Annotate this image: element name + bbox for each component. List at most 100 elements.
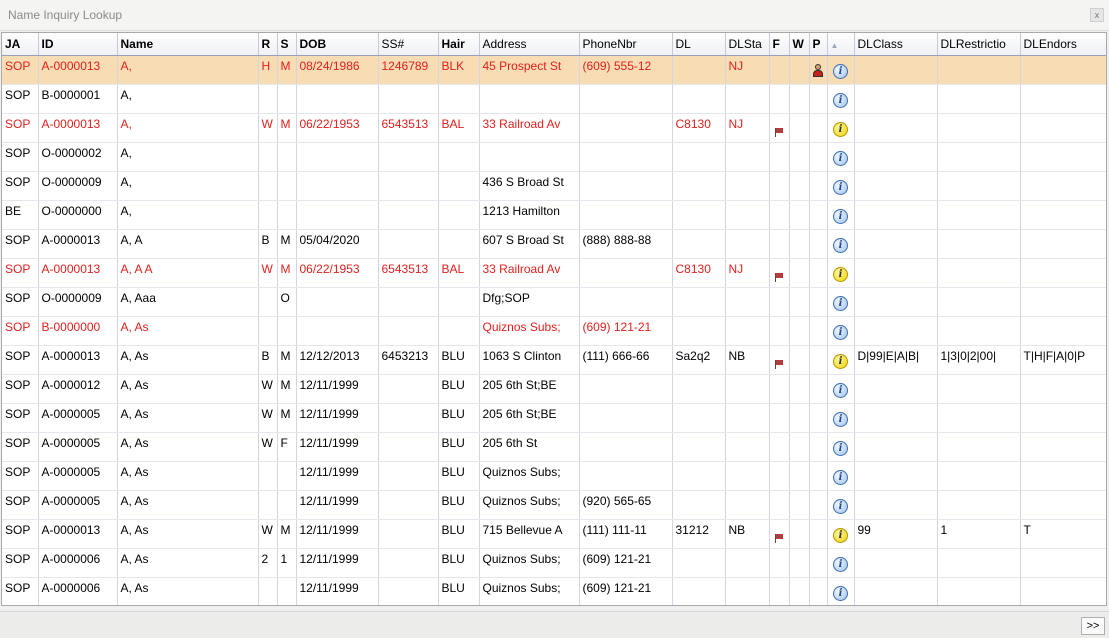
- column-header-f[interactable]: F: [769, 33, 790, 56]
- info-icon[interactable]: i: [833, 557, 848, 572]
- cell-dob: 12/11/1999: [296, 403, 379, 433]
- info-icon[interactable]: i: [833, 383, 848, 398]
- cell-f: [769, 113, 790, 143]
- table-row[interactable]: SOP O-0000009 A, Aaa O Dfg;SOP i: [2, 287, 1106, 317]
- cell-dob: 08/24/1986: [296, 55, 379, 85]
- column-header-ss[interactable]: SS#: [378, 33, 439, 56]
- cell-dlclass: [854, 403, 938, 433]
- info-icon[interactable]: i: [833, 238, 848, 253]
- cell-p: [809, 548, 828, 578]
- table-row[interactable]: SOP A-0000005 A, As W F 12/11/1999 BLU 205 6th …: [2, 432, 1106, 462]
- cell-s: M: [277, 55, 297, 85]
- cell-dob: 12/11/1999: [296, 519, 379, 549]
- results-grid[interactable]: JA ID Name R S DOB SS# Hair Address PhoneNbr DL DLS…: [1, 32, 1107, 606]
- column-header-dlrestr[interactable]: DLRestrictio: [937, 33, 1021, 56]
- table-row[interactable]: SOP A-0000005 A, As W M 12/11/1999 BLU 205 6th …: [2, 403, 1106, 433]
- table-row[interactable]: SOP A-0000013 A, A B M 05/04/2020 607 S Broad …: [2, 229, 1106, 259]
- more-button[interactable]: >>: [1081, 617, 1105, 635]
- cell-name: A, As: [117, 490, 259, 520]
- info-icon[interactable]: i: [833, 470, 848, 485]
- cell-dlsta: [725, 461, 770, 491]
- alert-info-icon[interactable]: i: [833, 528, 848, 543]
- column-header-r[interactable]: R: [258, 33, 278, 56]
- cell-dlclass: [854, 84, 938, 114]
- cell-s: 1: [277, 548, 297, 578]
- column-header-hair[interactable]: Hair: [438, 33, 480, 56]
- table-row[interactable]: SOP A-0000005 A, As 12/11/1999 BLU Quiznos Su…: [2, 461, 1106, 491]
- cell-address: 607 S Broad St: [479, 229, 580, 259]
- info-icon[interactable]: i: [833, 151, 848, 166]
- info-icon[interactable]: i: [833, 64, 848, 79]
- column-header-name[interactable]: Name: [117, 33, 259, 56]
- column-header-s[interactable]: S: [277, 33, 297, 56]
- cell-f: [769, 374, 790, 404]
- cell-ss: [378, 403, 439, 433]
- table-row[interactable]: SOP B-0000000 A, As Quiznos Subs; (609) 121-…: [2, 316, 1106, 346]
- table-row[interactable]: SOP A-0000013 A, As W M 12/11/1999 BLU 715 Bell…: [2, 519, 1106, 549]
- table-row[interactable]: SOP O-0000009 A, 436 S Broad St i: [2, 171, 1106, 201]
- cell-address: Quiznos Subs;: [479, 316, 580, 346]
- table-row[interactable]: SOP A-0000013 A, H M 08/24/1986 1246789 BLK 45 P…: [2, 55, 1106, 85]
- cell-address: 1063 S Clinton: [479, 345, 580, 375]
- cell-hair: [438, 316, 480, 346]
- cell-hair: BLU: [438, 461, 480, 491]
- column-header-w[interactable]: W: [789, 33, 810, 56]
- cell-dob: 06/22/1953: [296, 113, 379, 143]
- cell-dlrestr: [937, 432, 1021, 462]
- column-header-dlclass[interactable]: DLClass: [854, 33, 938, 56]
- cell-r: [258, 287, 278, 317]
- cell-f: [769, 55, 790, 85]
- cell-address: Quiznos Subs;: [479, 577, 580, 605]
- table-row[interactable]: BE O-0000000 A, 1213 Hamilton i: [2, 200, 1106, 230]
- cell-id: A-0000005: [38, 490, 118, 520]
- column-header-dob[interactable]: DOB: [296, 33, 379, 56]
- table-row[interactable]: SOP O-0000002 A, i: [2, 142, 1106, 172]
- table-row[interactable]: SOP A-0000012 A, As W M 12/11/1999 BLU 205 6th …: [2, 374, 1106, 404]
- table-row[interactable]: SOP A-0000005 A, As 12/11/1999 BLU Quiznos Su…: [2, 490, 1106, 520]
- table-row[interactable]: SOP A-0000013 A, W M 06/22/1953 6543513 BAL 33 R…: [2, 113, 1106, 143]
- table-row[interactable]: SOP A-0000006 A, As 2 1 12/11/1999 BLU Quiznos …: [2, 548, 1106, 578]
- cell-phone: [579, 171, 673, 201]
- info-icon[interactable]: i: [833, 325, 848, 340]
- info-icon[interactable]: i: [833, 586, 848, 601]
- close-button[interactable]: x: [1090, 8, 1104, 22]
- info-icon[interactable]: i: [833, 412, 848, 427]
- info-icon[interactable]: i: [833, 499, 848, 514]
- column-header-id[interactable]: ID: [38, 33, 118, 56]
- cell-p: [809, 113, 828, 143]
- cell-dlrestr: [937, 55, 1021, 85]
- info-icon[interactable]: i: [833, 180, 848, 195]
- cell-s: [277, 84, 297, 114]
- cell-p: [809, 374, 828, 404]
- column-header-p[interactable]: P: [809, 33, 828, 56]
- cell-dob: 12/11/1999: [296, 461, 379, 491]
- info-icon[interactable]: i: [833, 296, 848, 311]
- table-row[interactable]: SOP A-0000006 A, As 12/11/1999 BLU Quiznos Su…: [2, 577, 1106, 605]
- info-icon[interactable]: i: [833, 441, 848, 456]
- cell-name: A, As: [117, 345, 259, 375]
- alert-info-icon[interactable]: i: [833, 267, 848, 282]
- alert-info-icon[interactable]: i: [833, 122, 848, 137]
- cell-dlrestr: [937, 229, 1021, 259]
- cell-dlsta: NJ: [725, 258, 770, 288]
- column-header-dlsta[interactable]: DLSta: [725, 33, 770, 56]
- cell-name: A, Aaa: [117, 287, 259, 317]
- column-header-ja[interactable]: JA: [2, 33, 39, 56]
- cell-f: [769, 461, 790, 491]
- column-header-phone[interactable]: PhoneNbr: [579, 33, 673, 56]
- info-icon[interactable]: i: [833, 209, 848, 224]
- table-row[interactable]: SOP A-0000013 A, As B M 12/12/2013 6453213 BLU 1…: [2, 345, 1106, 375]
- alert-info-icon[interactable]: i: [833, 354, 848, 369]
- info-icon[interactable]: i: [833, 93, 848, 108]
- column-header-dl[interactable]: DL: [672, 33, 726, 56]
- column-header-info[interactable]: ▲: [827, 33, 855, 56]
- cell-r: W: [258, 432, 278, 462]
- table-row[interactable]: SOP A-0000013 A, A A W M 06/22/1953 6543513 BAL…: [2, 258, 1106, 288]
- cell-w: [789, 171, 810, 201]
- column-header-dlendors[interactable]: DLEndors: [1020, 33, 1106, 56]
- table-row[interactable]: SOP B-0000001 A, i: [2, 84, 1106, 114]
- cell-r: [258, 171, 278, 201]
- column-header-address[interactable]: Address: [479, 33, 580, 56]
- cell-id: O-0000002: [38, 142, 118, 172]
- flag-icon: [774, 360, 783, 369]
